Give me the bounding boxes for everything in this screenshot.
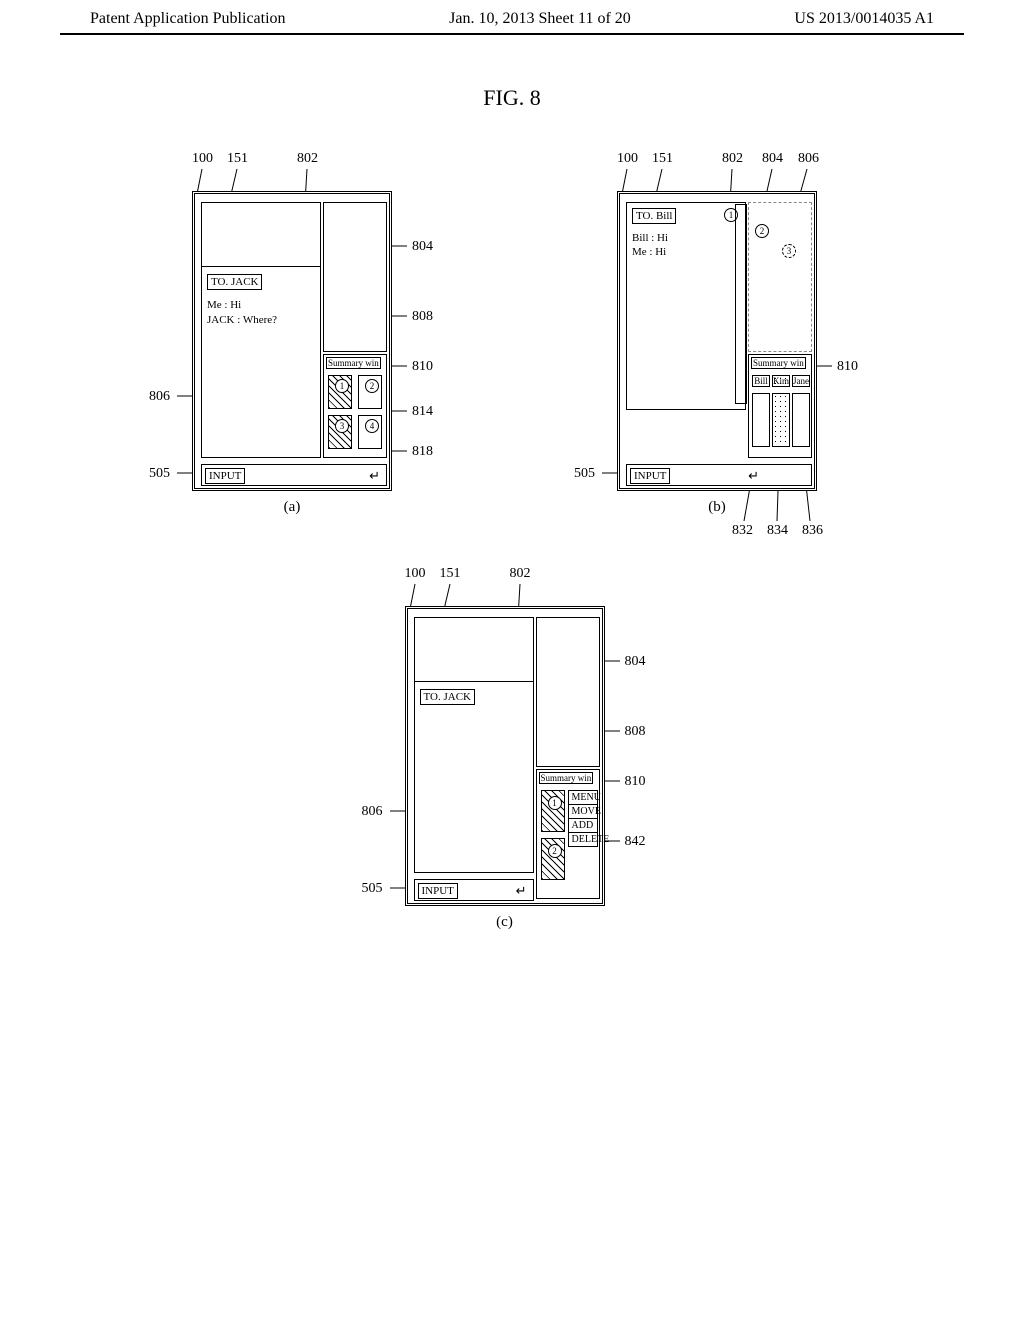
summary-title-b: Summary win	[751, 357, 806, 369]
circled-2-c: 2	[548, 844, 562, 858]
figure-row-2: 100 151 802 804 808 810 842 806 505 812 …	[0, 566, 1024, 931]
device-b: TO. Bill Bill : Hi Me : Hi 1 2 3 Summary…	[617, 191, 817, 491]
enter-icon-b[interactable]: ↵	[748, 468, 759, 484]
ref-810: 810	[412, 359, 433, 375]
layer-804-b	[735, 204, 747, 404]
device-b-wrap: 100 151 802 804 806 810 505 832 834 836 …	[562, 151, 887, 516]
me-hi-b: Me : Hi	[632, 246, 666, 258]
ref-100: 100	[192, 151, 213, 167]
thumb-834[interactable]	[772, 393, 790, 447]
device-c: TO. JACK Summary win 1 2 MENU MOVE ADD D…	[405, 606, 605, 906]
circled-1-a: 1	[335, 379, 349, 393]
ref-100-c: 100	[405, 566, 426, 582]
ref-505-c: 505	[362, 881, 383, 897]
ref-802-c: 802	[510, 566, 531, 582]
circled-3-b: 3	[782, 244, 796, 258]
panel-left-c	[414, 617, 534, 873]
figure-row-1: 100 151 802 804 808 810 814 818 806 505 …	[0, 151, 1024, 516]
ref-151-c: 151	[440, 566, 461, 582]
tab-bill[interactable]: Bill	[752, 375, 770, 387]
input-bar-b: INPUT ↵	[626, 464, 812, 486]
tab-jane[interactable]: Jane	[792, 375, 810, 387]
ref-806-c: 806	[362, 804, 383, 820]
enter-icon-c[interactable]: ↵	[516, 883, 527, 899]
device-a-wrap: 100 151 802 804 808 810 814 818 806 505 …	[137, 151, 462, 516]
subcap-a: (a)	[192, 499, 392, 516]
thumb-836[interactable]	[792, 393, 810, 447]
ref-814: 814	[412, 404, 433, 420]
ref-810-b: 810	[837, 359, 858, 375]
header-right: US 2013/0014035 A1	[794, 10, 934, 28]
circled-4-a: 4	[365, 419, 379, 433]
device-c-wrap: 100 151 802 804 808 810 842 806 505 812 …	[350, 566, 675, 931]
subcap-c: (c)	[405, 914, 605, 931]
panel-top-right-c	[536, 617, 600, 767]
ref-806-b: 806	[798, 151, 819, 167]
thumb-832[interactable]	[752, 393, 770, 447]
ref-804: 804	[412, 239, 433, 255]
ref-151-b: 151	[652, 151, 673, 167]
summary-title-a: Summary win	[326, 357, 381, 369]
ref-834: 834	[767, 523, 788, 539]
divider-c	[414, 681, 534, 682]
ref-804-c: 804	[625, 654, 646, 670]
figure-title: FIG. 8	[0, 85, 1024, 111]
ref-832: 832	[732, 523, 753, 539]
input-label-c[interactable]: INPUT	[418, 883, 458, 899]
ref-808-c: 808	[625, 724, 646, 740]
ref-505-b: 505	[574, 466, 595, 482]
ref-802-b: 802	[722, 151, 743, 167]
menu-item-add[interactable]: ADD	[569, 819, 597, 833]
menu-item-menu[interactable]: MENU	[569, 791, 597, 805]
device-a: TO. JACK Me : Hi JACK : Where? Summary w…	[192, 191, 392, 491]
ref-808: 808	[412, 309, 433, 325]
ref-836: 836	[802, 523, 823, 539]
to-jack-c: TO. JACK	[420, 689, 475, 705]
ref-818: 818	[412, 444, 433, 460]
ref-842: 842	[625, 834, 646, 850]
jack-where: JACK : Where?	[207, 314, 277, 326]
header-center: Jan. 10, 2013 Sheet 11 of 20	[449, 10, 631, 28]
ref-804-b: 804	[762, 151, 783, 167]
ref-505: 505	[149, 466, 170, 482]
header-rule	[60, 33, 964, 35]
enter-icon-a[interactable]: ↵	[369, 468, 380, 484]
input-bar-c: INPUT ↵	[414, 879, 534, 901]
subcap-b: (b)	[617, 499, 817, 516]
ref-151: 151	[227, 151, 248, 167]
ref-810-c: 810	[625, 774, 646, 790]
to-bill-label: TO. Bill	[632, 208, 676, 224]
page-header: Patent Application Publication Jan. 10, …	[0, 0, 1024, 33]
to-jack-label: TO. JACK	[207, 274, 262, 290]
menu-item-delete[interactable]: DELETE	[569, 833, 597, 846]
summary-panel-a: Summary win 1 2 3 4	[323, 354, 387, 458]
circled-2-a: 2	[365, 379, 379, 393]
circled-3-a: 3	[335, 419, 349, 433]
menu-item-move[interactable]: MOVE	[569, 805, 597, 819]
tab-kim[interactable]: Kim	[772, 375, 790, 387]
divider-a	[201, 266, 321, 267]
ref-100-b: 100	[617, 151, 638, 167]
ref-806: 806	[149, 389, 170, 405]
circled-1-c: 1	[548, 796, 562, 810]
ref-802: 802	[297, 151, 318, 167]
input-label-b[interactable]: INPUT	[630, 468, 670, 484]
panel-left-a	[201, 202, 321, 458]
panel-top-right-a	[323, 202, 387, 352]
me-hi-a: Me : Hi	[207, 299, 241, 311]
header-left: Patent Application Publication	[90, 10, 286, 28]
bill-hi: Bill : Hi	[632, 232, 668, 244]
summary-panel-c: Summary win 1 2 MENU MOVE ADD DELETE	[536, 769, 600, 899]
summary-title-c: Summary win	[539, 772, 594, 784]
menu-842: MENU MOVE ADD DELETE	[568, 790, 598, 847]
circled-2-b: 2	[755, 224, 769, 238]
input-label-a[interactable]: INPUT	[205, 468, 245, 484]
input-bar-a: INPUT ↵	[201, 464, 387, 486]
summary-panel-b: Summary win Bill Kim Jane	[748, 354, 812, 458]
